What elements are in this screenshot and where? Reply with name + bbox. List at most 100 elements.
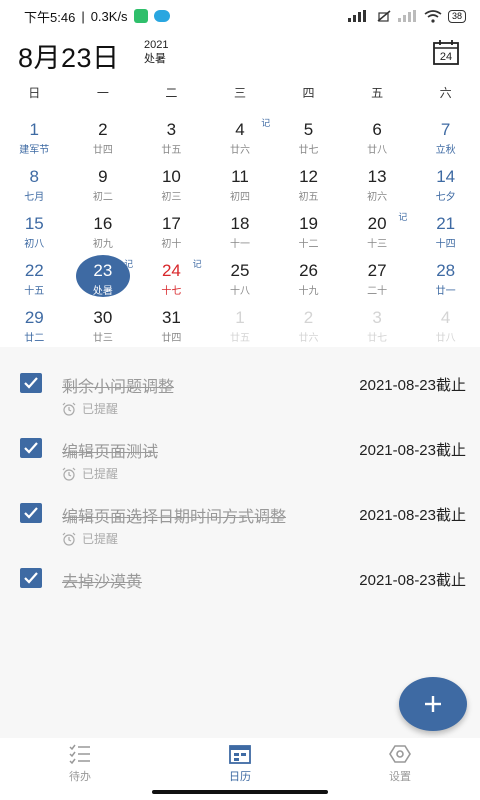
task-item[interactable]: 编辑页面测试 2021-08-23截止 已提醒 (0, 424, 480, 484)
checkmark-icon (24, 442, 38, 454)
calendar-day[interactable]: 4 廿八 (411, 302, 480, 349)
task-checkbox[interactable] (20, 503, 42, 523)
task-item[interactable]: 剩余小问题调整 2021-08-23截止 已提醒 (0, 359, 480, 419)
calendar-week-row: 15 初八 16 初九 17 初十 18 十一 19 十二 20 十三记 21 十四 (0, 208, 480, 255)
today-button[interactable]: 24 (432, 38, 460, 66)
day-number: 17 (161, 214, 181, 233)
calendar-day[interactable]: 31 廿四 (137, 302, 206, 349)
task-reminder-label: 已提醒 (82, 402, 119, 416)
lunar-date: 十五 (24, 286, 45, 297)
day-number: 26 (299, 261, 318, 280)
home-indicator (152, 790, 328, 794)
day-number: 19 (299, 214, 318, 233)
checkmark-icon (24, 377, 38, 389)
task-item[interactable]: 编辑页面选择日期时间方式调整 2021-08-23截止 已提醒 (0, 489, 480, 549)
day-number: 25 (230, 261, 250, 280)
day-number: 16 (93, 214, 113, 233)
calendar-day[interactable]: 27 二十 (343, 255, 412, 302)
calendar-day[interactable]: 11 初四 (206, 161, 275, 208)
calendar-day[interactable]: 18 十一 (206, 208, 275, 255)
task-checkbox[interactable] (20, 373, 42, 393)
header: 8月23日 2021 处暑 24 (0, 32, 480, 78)
calendar-day[interactable]: 14 七夕 (411, 161, 480, 208)
add-task-button[interactable] (399, 677, 467, 731)
day-number: 9 (98, 167, 108, 186)
bottom-nav: 待办 日历 设置 (0, 738, 480, 790)
lunar-date: 十三 (367, 239, 388, 250)
calendar-icon (229, 745, 251, 764)
calendar-day[interactable]: 29 廿二 (0, 302, 69, 349)
lunar-date: 廿五 (229, 333, 250, 344)
calendar-day[interactable]: 28 廿一 (411, 255, 480, 302)
lunar-date: 初三 (161, 192, 182, 203)
calendar-day[interactable]: 1 建军节 (0, 114, 69, 161)
day-number: 6 (372, 120, 382, 139)
task-title: 剩余小问题调整 (62, 379, 175, 396)
day-number: 22 (24, 261, 44, 280)
nav-settings-label: 设置 (389, 771, 411, 783)
day-number: 13 (367, 167, 387, 186)
calendar-day[interactable]: 13 初六 (343, 161, 412, 208)
wifi-icon (424, 9, 442, 23)
task-reminder: 已提醒 (62, 465, 118, 482)
calendar-today-icon: 24 (433, 40, 459, 65)
calendar-day[interactable]: 1 廿五 (206, 302, 275, 349)
lunar-date: 七月 (24, 192, 45, 203)
calendar-day[interactable]: 24 十七记 (137, 255, 206, 302)
status-left: 下午5:46 | 0.3K/s (24, 7, 170, 26)
nav-todo[interactable]: 待办 (0, 738, 160, 790)
calendar-day[interactable]: 2 廿六 (274, 302, 343, 349)
day-number: 29 (24, 308, 44, 327)
task-checkbox[interactable] (20, 568, 42, 588)
task-item[interactable]: 去掉沙漠黄 2021-08-23截止 (0, 554, 480, 614)
calendar-day[interactable]: 5 廿七 (274, 114, 343, 161)
weekday-fri: 五 (371, 86, 384, 100)
status-time: 下午5:46 (24, 9, 76, 25)
calendar-day[interactable]: 26 十九 (274, 255, 343, 302)
nav-calendar-label: 日历 (229, 771, 251, 783)
lunar-date: 初二 (92, 192, 113, 203)
day-number: 12 (299, 167, 318, 186)
calendar-day[interactable]: 15 初八 (0, 208, 69, 255)
calendar-day[interactable]: 12 初五 (274, 161, 343, 208)
calendar-icon-day: 24 (440, 51, 452, 63)
day-number: 27 (367, 261, 387, 280)
lunar-date: 廿七 (298, 145, 319, 156)
calendar-day[interactable]: 30 廿三 (69, 302, 138, 349)
lunar-date: 廿八 (435, 333, 456, 344)
alarm-clock-icon (62, 532, 76, 546)
calendar-day[interactable]: 4 廿六记 (206, 114, 275, 161)
alarm-clock-icon (62, 402, 76, 416)
task-due-date: 2021-08-23截止 (359, 507, 466, 524)
todo-list-icon (69, 744, 90, 764)
task-title: 去掉沙漠黄 (62, 574, 143, 591)
calendar-day[interactable]: 21 十四 (411, 208, 480, 255)
calendar-day[interactable]: 9 初二 (69, 161, 138, 208)
day-number: 11 (231, 167, 249, 186)
calendar-day-selected[interactable]: 23 处暑记 (69, 255, 138, 302)
lunar-date: 七夕 (435, 192, 456, 203)
calendar-day[interactable]: 6 廿八 (343, 114, 412, 161)
calendar-day[interactable]: 3 廿七 (343, 302, 412, 349)
calendar-day[interactable]: 3 廿五 (137, 114, 206, 161)
calendar-day[interactable]: 20 十三记 (343, 208, 412, 255)
task-title: 编辑页面选择日期时间方式调整 (62, 509, 287, 526)
day-number: 3 (166, 120, 177, 139)
day-number: 1 (235, 308, 245, 327)
calendar-day[interactable]: 17 初十 (137, 208, 206, 255)
calendar-day[interactable]: 8 七月 (0, 161, 69, 208)
calendar-day[interactable]: 22 十五 (0, 255, 69, 302)
calendar-day[interactable]: 16 初九 (69, 208, 138, 255)
day-number: 3 (372, 308, 382, 327)
year-label: 2021 (144, 39, 169, 51)
lunar-date: 初八 (24, 239, 45, 250)
lunar-date: 二十 (367, 286, 388, 297)
calendar-day[interactable]: 10 初三 (137, 161, 206, 208)
calendar-day[interactable]: 2 廿四 (69, 114, 138, 161)
calendar-day[interactable]: 25 十八 (206, 255, 275, 302)
task-checkbox[interactable] (20, 438, 42, 458)
calendar-day[interactable]: 7 立秋 (411, 114, 480, 161)
nav-settings[interactable]: 设置 (320, 738, 480, 790)
calendar-day[interactable]: 19 十二 (274, 208, 343, 255)
nav-calendar[interactable]: 日历 (160, 738, 320, 790)
